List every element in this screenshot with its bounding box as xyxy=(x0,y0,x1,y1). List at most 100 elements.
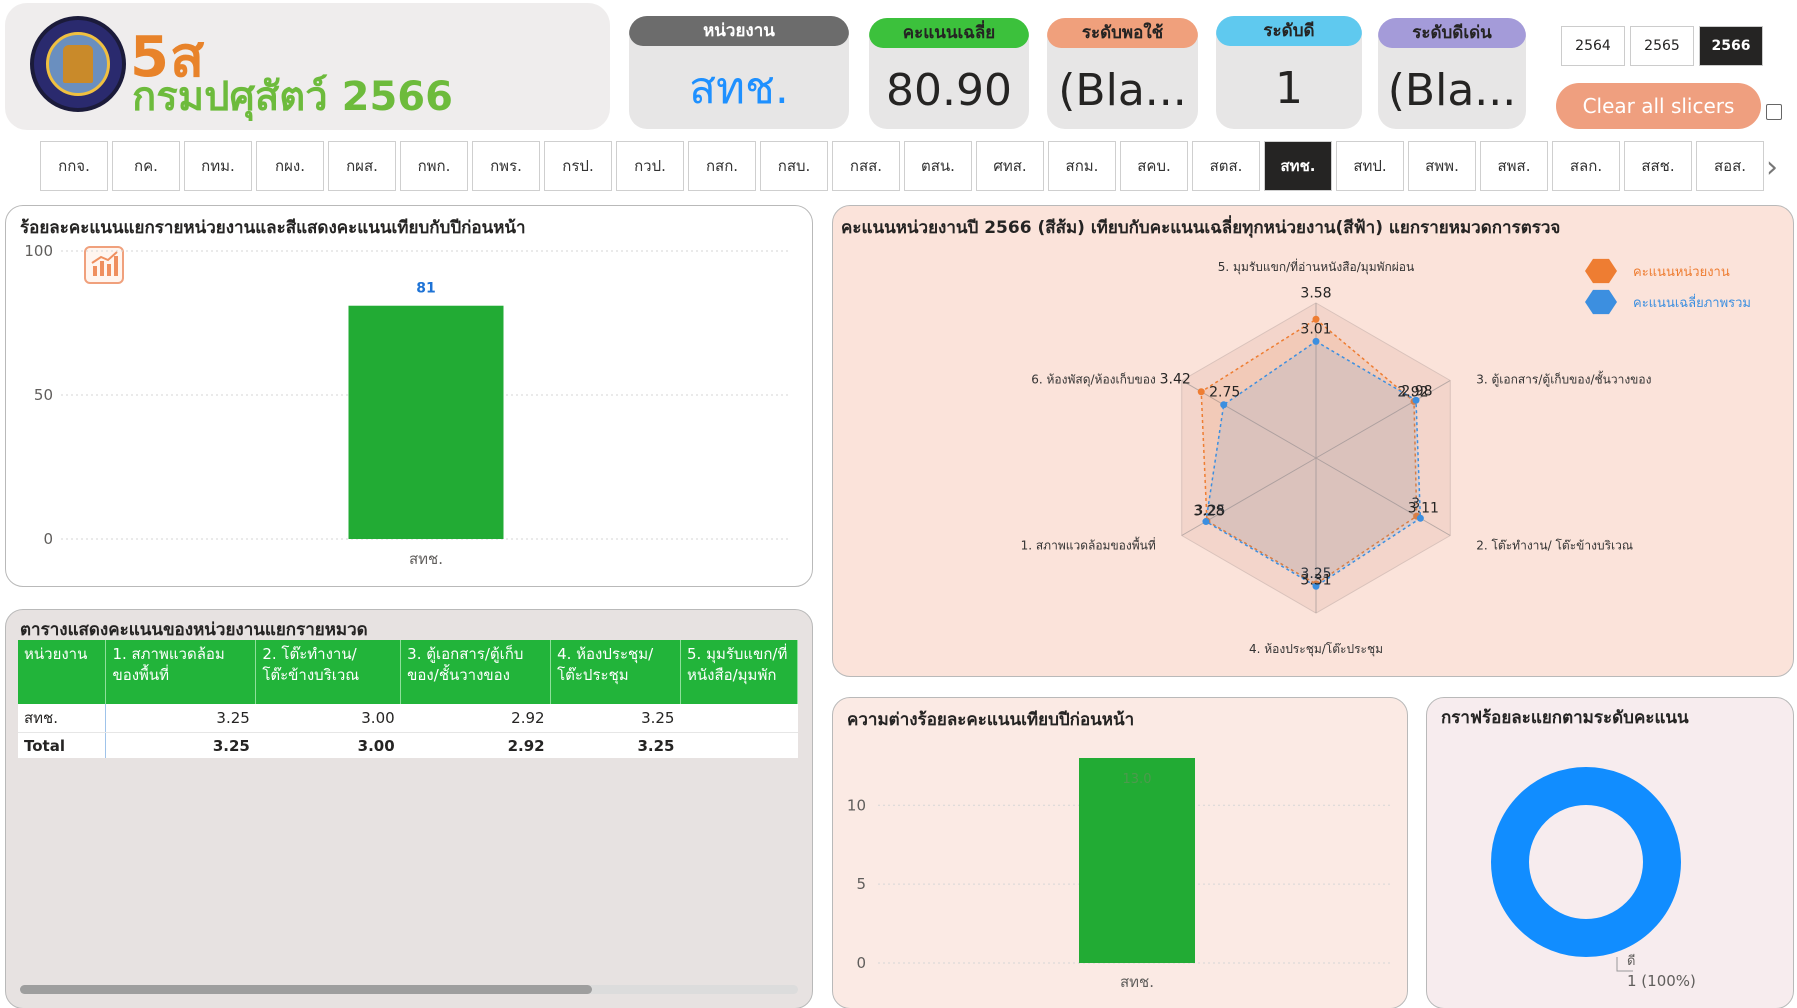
expand-icon[interactable] xyxy=(1766,104,1782,120)
radar-point-label: 3.42 xyxy=(1160,372,1191,388)
y-tick-label: 10 xyxy=(847,796,866,814)
column-header[interactable]: 1. สภาพแวดล้อม ของพื้นที่ xyxy=(105,640,257,704)
donut-panel: กราฟร้อยละแยกตามระดับคะแนน ดี 1 (100%) xyxy=(1426,697,1794,1008)
kpi-card-label: ระดับดี xyxy=(1216,16,1362,46)
unit-tab[interactable]: สลก. xyxy=(1552,141,1620,191)
unit-tab[interactable]: กพร. xyxy=(472,141,540,191)
unit-tab[interactable]: ตสน. xyxy=(904,141,972,191)
logo-subtitle: กรมปศุสัตว์ 2566 xyxy=(132,74,453,120)
legend-marker xyxy=(1585,258,1617,284)
unit-tab[interactable]: กพก. xyxy=(400,141,468,191)
kpi-card-label: หน่วยงาน xyxy=(629,16,849,46)
row-label: Total xyxy=(18,732,107,758)
unit-tab[interactable]: สสช. xyxy=(1624,141,1692,191)
kpi-card-value: 1 xyxy=(1275,63,1303,114)
unit-tab[interactable]: สทป. xyxy=(1336,141,1404,191)
radar-point[interactable] xyxy=(1220,401,1228,409)
radar-panel: คะแนนหน่วยงานปี 2566 (สีส้ม) เทียบกับคะแ… xyxy=(832,205,1794,677)
table-cell xyxy=(680,704,798,733)
radar-point[interactable] xyxy=(1197,388,1205,396)
kpi-card: ระดับดีเด่น (Bla... xyxy=(1378,18,1526,129)
unit-tab[interactable]: กกจ. xyxy=(40,141,108,191)
y-tick-label: 50 xyxy=(34,386,53,404)
column-header[interactable]: 3. ตู้เอกสาร/ตู้เก็บของ/ชั้นวางของ xyxy=(400,640,552,704)
table-cell xyxy=(680,732,798,758)
kpi-card-label: คะแนนเฉลี่ย xyxy=(869,18,1029,48)
unit-tab[interactable]: สตส. xyxy=(1192,141,1260,191)
department-seal-logo xyxy=(30,16,126,112)
kpi-card: คะแนนเฉลี่ย 80.90 xyxy=(869,18,1029,129)
clear-slicers-button[interactable]: Clear all slicers xyxy=(1556,83,1761,129)
column-header-line: หน่วยงาน xyxy=(24,645,88,663)
radar-point-label: 2.75 xyxy=(1209,385,1240,401)
radar-point-label: 3.31 xyxy=(1300,572,1331,588)
category-label: สทช. xyxy=(1120,973,1154,991)
column-header-line: โต๊ะประชุม xyxy=(557,666,629,684)
column-header-line: 4. ห้องประชุม/ xyxy=(557,645,654,663)
column-header-line: ของ/ชั้นวางของ xyxy=(407,666,511,684)
unit-tab[interactable]: กทม. xyxy=(184,141,252,191)
category-label: สทช. xyxy=(409,550,443,568)
kpi-card-value: (Bla... xyxy=(1387,65,1517,116)
column-header-line: 1. สภาพแวดล้อม xyxy=(112,645,225,663)
y-tick-label: 0 xyxy=(43,530,53,548)
kpi-card-label: ระดับพอใช้ xyxy=(1047,18,1198,48)
unit-tab[interactable]: กสก. xyxy=(688,141,756,191)
scrollbar-thumb[interactable] xyxy=(20,985,592,994)
column-header[interactable]: 4. ห้องประชุม/โต๊ะประชุม xyxy=(550,640,681,704)
horizontal-scrollbar[interactable] xyxy=(20,985,798,994)
unit-tab[interactable]: กรป. xyxy=(544,141,612,191)
unit-tab[interactable]: ศทส. xyxy=(976,141,1044,191)
radar-axis-label: 4. ห้องประชุม/โต๊ะประชุม xyxy=(1249,642,1383,657)
unit-tab[interactable]: กค. xyxy=(112,141,180,191)
bar[interactable] xyxy=(1079,758,1195,963)
table-cell: 3.25 xyxy=(105,732,256,758)
score-bar-panel: ร้อยละคะแนนแยกรายหน่วยงานและสีแสดงคะแนนเ… xyxy=(5,205,813,587)
legend-label[interactable]: คะแนนเฉลี่ยภาพรวม xyxy=(1633,294,1751,311)
unit-tab[interactable]: สกม. xyxy=(1048,141,1116,191)
column-header-line: โต๊ะข้างบริเวณ xyxy=(262,666,360,684)
radar-point-label: 3.01 xyxy=(1300,321,1331,337)
donut-chart: ดี 1 (100%) xyxy=(1491,767,1696,990)
unit-tab[interactable]: สทช. xyxy=(1264,141,1332,191)
unit-tab[interactable]: กผง. xyxy=(256,141,324,191)
kpi-card-value: สทช. xyxy=(689,63,789,114)
column-header[interactable]: หน่วยงาน xyxy=(18,640,107,704)
chevron-right-icon[interactable]: › xyxy=(1766,150,1778,185)
y-tick-label: 5 xyxy=(856,875,866,893)
unit-tab[interactable]: สพพ. xyxy=(1408,141,1476,191)
radar-point[interactable] xyxy=(1312,337,1320,345)
column-header-line: หนังสือ/มุมพัก xyxy=(686,666,777,684)
y-tick-label: 100 xyxy=(24,242,53,260)
diff-bar-panel: ความต่างร้อยละคะแนนเทียบปีก่อนหน้า 0 5 10 1… xyxy=(832,697,1408,1008)
y-tick-label: 0 xyxy=(856,954,866,972)
unit-tab[interactable]: กสบ. xyxy=(760,141,828,191)
table-cell: 3.00 xyxy=(255,704,401,733)
year-option[interactable]: 2564 xyxy=(1561,26,1625,66)
column-header[interactable]: 5. มุมรับแขก/ที่ หนังสือ/มุมพัก xyxy=(680,640,798,704)
legend-label[interactable]: คะแนนหน่วยงาน xyxy=(1633,265,1730,280)
year-option[interactable]: 2566 xyxy=(1699,26,1763,66)
radar-chart: 5. มุมรับแขก/ที่อ่านหนังสือ/มุมพักผ่อน 3.… xyxy=(1021,258,1751,657)
table-cell: 3.25 xyxy=(550,732,681,758)
kpi-card-value: (Bla... xyxy=(1058,65,1187,116)
slice-percent-label: 1 (100%) xyxy=(1627,972,1696,990)
column-header[interactable]: 2. โต๊ะทำงาน/โต๊ะข้างบริเวณ xyxy=(255,640,402,704)
kpi-card-label: ระดับดีเด่น xyxy=(1378,18,1526,48)
year-option[interactable]: 2565 xyxy=(1630,26,1694,66)
bar[interactable] xyxy=(348,305,504,539)
table-cell: 2.92 xyxy=(400,704,551,733)
legend-marker xyxy=(1585,289,1617,315)
unit-tab[interactable]: กสส. xyxy=(832,141,900,191)
unit-tab[interactable]: กวป. xyxy=(616,141,684,191)
row-label: สทช. xyxy=(18,704,107,733)
column-header-line: 3. ตู้เอกสาร/ตู้เก็บ xyxy=(407,645,524,663)
unit-tab[interactable]: กผส. xyxy=(328,141,396,191)
data-label: 13.0 xyxy=(1123,772,1152,787)
unit-tab[interactable]: สอส. xyxy=(1696,141,1764,191)
unit-tab[interactable]: สพส. xyxy=(1480,141,1548,191)
table-total-row: Total 3.25 3.00 2.92 3.25 xyxy=(18,732,798,758)
unit-tab[interactable]: สคบ. xyxy=(1120,141,1188,191)
donut-slice[interactable] xyxy=(1491,767,1681,957)
table-cell: 3.25 xyxy=(105,704,256,733)
